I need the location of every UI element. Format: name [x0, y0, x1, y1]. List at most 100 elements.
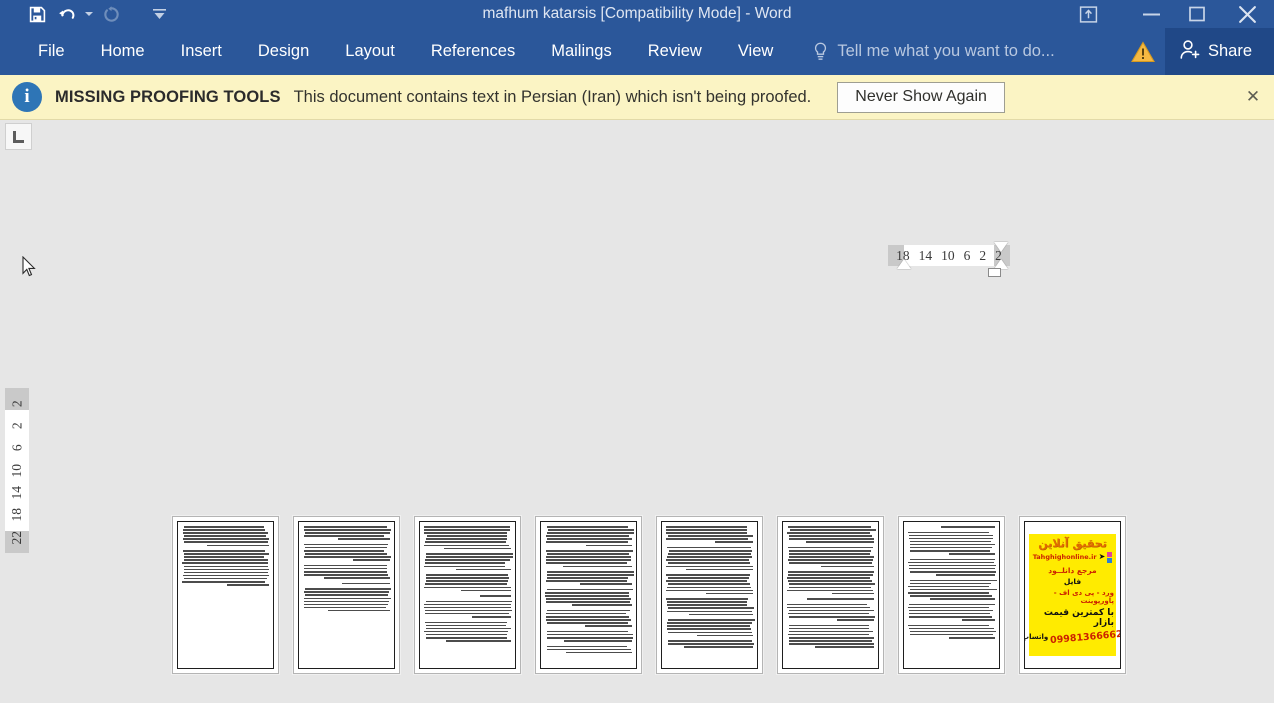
- tab-home[interactable]: Home: [83, 28, 163, 75]
- page-thumbnail[interactable]: تحقیق آنلاین Tahghighonline.ir ➤ مرجع دانلـ…: [1019, 516, 1126, 674]
- tab-file[interactable]: File: [20, 28, 83, 75]
- text-line: [303, 600, 389, 603]
- text-line: [667, 631, 752, 634]
- paragraph: [787, 624, 875, 648]
- text-line: [936, 574, 995, 576]
- text-line: [546, 580, 628, 582]
- tab-design[interactable]: Design: [240, 28, 327, 75]
- tab-stop-selector[interactable]: [5, 123, 32, 150]
- page-thumbnail[interactable]: [293, 516, 400, 674]
- text-line: [909, 633, 994, 636]
- save-icon[interactable]: [22, 2, 52, 26]
- text-line: [547, 630, 628, 633]
- text-line: [584, 625, 632, 627]
- text-line: [424, 529, 510, 531]
- warning-triangle-icon[interactable]: [1121, 40, 1165, 63]
- text-line: [545, 556, 631, 558]
- text-line: [908, 561, 994, 564]
- page-thumbnail[interactable]: [535, 516, 642, 674]
- paragraph: [545, 571, 634, 585]
- text-line: [304, 591, 389, 593]
- tab-review[interactable]: Review: [630, 28, 720, 75]
- first-line-indent-marker[interactable]: [994, 242, 1008, 252]
- text-line: [949, 637, 995, 639]
- text-line: [426, 535, 508, 537]
- text-line: [667, 553, 751, 555]
- tab-view[interactable]: View: [720, 28, 791, 75]
- text-line: [666, 546, 752, 549]
- close-icon[interactable]: [1220, 0, 1274, 28]
- left-indent-square-marker[interactable]: [988, 268, 1001, 277]
- paragraph: [303, 526, 392, 540]
- text-line: [424, 544, 509, 547]
- text-line: [807, 598, 874, 600]
- text-line: [425, 621, 507, 624]
- tab-insert[interactable]: Insert: [163, 28, 240, 75]
- ribbon-display-options-icon[interactable]: [1060, 0, 1116, 28]
- page-thumbnail[interactable]: [898, 516, 1005, 674]
- text-line: [304, 556, 391, 558]
- maximize-icon[interactable]: [1174, 0, 1220, 28]
- text-line: [545, 619, 631, 621]
- tab-layout[interactable]: Layout: [327, 28, 413, 75]
- text-line: [547, 574, 634, 576]
- page-thumbnail[interactable]: [414, 516, 521, 674]
- text-line: [908, 603, 996, 606]
- paragraph: [787, 603, 876, 621]
- text-line: [908, 534, 993, 537]
- text-line: [941, 526, 995, 528]
- text-line: [788, 556, 875, 558]
- page-text-block: [662, 522, 757, 648]
- tell-me-search[interactable]: Tell me what you want to do...: [813, 28, 1055, 75]
- text-line: [667, 601, 748, 603]
- page-thumbnail[interactable]: [656, 516, 763, 674]
- paragraph: [545, 588, 633, 606]
- paragraph: [666, 574, 754, 595]
- text-line: [909, 627, 994, 630]
- text-line: [908, 585, 990, 588]
- text-line: [182, 562, 268, 564]
- page-thumbnail[interactable]: [172, 516, 279, 674]
- text-line: [546, 637, 634, 639]
- hanging-indent-marker[interactable]: [897, 259, 911, 269]
- undo-arrow-icon[interactable]: [52, 2, 82, 26]
- never-show-again-button[interactable]: Never Show Again: [837, 81, 1005, 113]
- text-line: [425, 600, 513, 603]
- text-line: [546, 648, 632, 651]
- share-button[interactable]: Share: [1164, 28, 1274, 75]
- text-line: [425, 637, 507, 639]
- paragraph: [908, 624, 996, 639]
- ad-logo-text: تحقیق آنلاین: [1038, 537, 1107, 550]
- text-line: [787, 589, 874, 592]
- info-glyph: i: [24, 86, 30, 107]
- text-line: [456, 568, 511, 571]
- mouse-pointer-icon: [22, 255, 37, 282]
- text-line: [546, 622, 629, 624]
- ad-arrow-icon: ➤: [1098, 552, 1106, 562]
- vertical-ruler[interactable]: 2 2 6 10 14 18 22: [5, 388, 29, 553]
- minimize-icon[interactable]: [1128, 0, 1174, 28]
- paragraph: [303, 564, 390, 579]
- text-line: [184, 571, 269, 574]
- undo-dropdown-icon[interactable]: [82, 2, 96, 26]
- text-line: [668, 643, 755, 645]
- customize-qat-icon[interactable]: [144, 2, 174, 26]
- ad-phone-number: 09981366662: [1049, 628, 1121, 646]
- document-workspace: 18 14 10 6 2 2 2 2 6 10 14 18 22 تحقیق آ…: [0, 120, 1274, 703]
- page-thumbnail[interactable]: [777, 516, 884, 674]
- hruler-tick-2a: 2: [979, 247, 987, 263]
- text-line: [424, 583, 507, 585]
- text-line: [445, 640, 511, 642]
- text-line: [471, 616, 511, 618]
- ad-line-3: ورد - پی دی اف - پاورپوینت: [1053, 588, 1114, 605]
- notification-close-icon[interactable]: ✕: [1240, 84, 1266, 110]
- text-line: [547, 529, 634, 531]
- notification-message: This document contains text in Persian (…: [293, 87, 812, 106]
- paragraph: [303, 588, 391, 612]
- text-line: [930, 598, 995, 600]
- tab-mailings[interactable]: Mailings: [533, 28, 630, 75]
- text-line: [908, 606, 990, 609]
- text-line: [789, 583, 876, 585]
- tab-references[interactable]: References: [413, 28, 533, 75]
- text-line: [545, 616, 630, 618]
